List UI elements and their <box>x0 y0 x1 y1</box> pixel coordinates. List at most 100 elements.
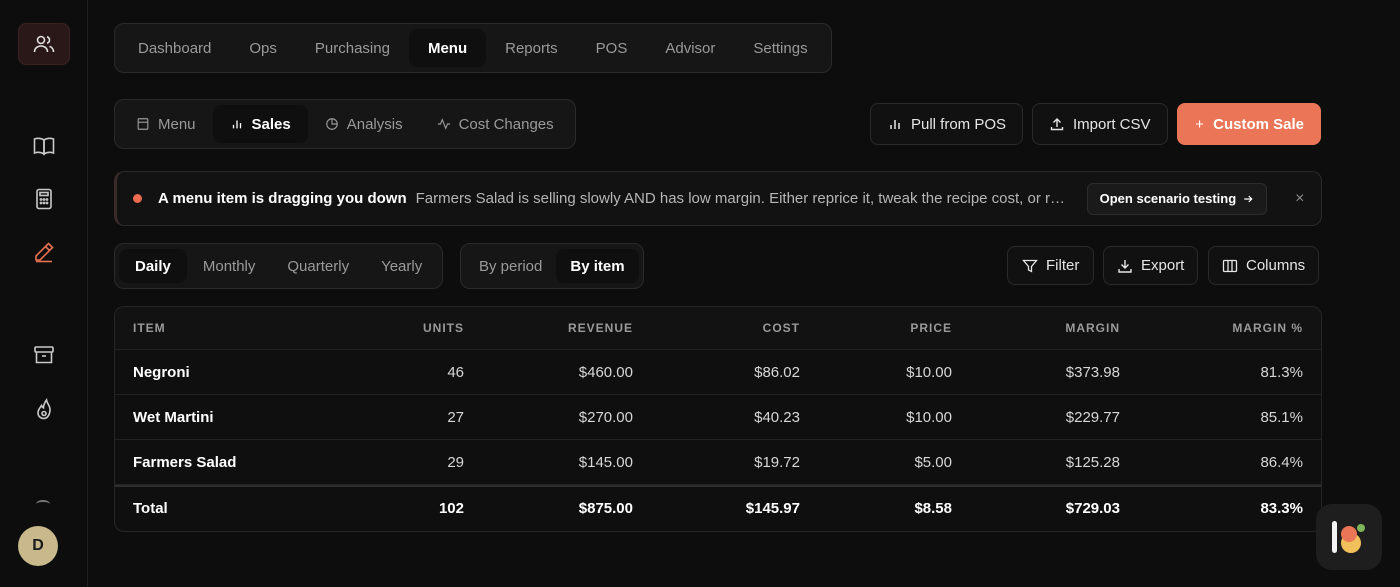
cell-cost: $86.02 <box>754 363 800 381</box>
button-label: Open scenario testing <box>1099 191 1237 206</box>
alert-dot-icon <box>133 194 142 203</box>
mode-by-item[interactable]: By item <box>556 249 639 283</box>
archive-icon[interactable] <box>18 334 70 376</box>
tab-label: Purchasing <box>314 39 390 57</box>
option-label: By period <box>479 257 543 275</box>
button-label: Columns <box>1246 257 1306 274</box>
table-row[interactable]: Wet Martini 27 $270.00 $40.23 $10.00 $22… <box>115 395 1321 440</box>
tab-reports[interactable]: Reports <box>486 29 577 67</box>
button-label: Pull from POS <box>911 115 1007 133</box>
column-header-cost[interactable]: COST <box>633 321 800 335</box>
button-label: Filter <box>1046 257 1080 274</box>
subtab-sales[interactable]: Sales <box>212 105 308 143</box>
bar-chart-icon <box>890 120 900 129</box>
custom-sale-button[interactable]: Custom Sale <box>1177 103 1321 145</box>
subtab-label: Menu <box>158 115 196 133</box>
cell-margin-pct: 85.1% <box>1260 408 1303 426</box>
cell-cost: $19.72 <box>754 453 800 471</box>
pull-from-pos-button[interactable]: Pull from POS <box>870 103 1024 145</box>
cell-item: Negroni <box>133 363 190 381</box>
grouping-selector: By period By item <box>460 243 644 289</box>
team-icon[interactable] <box>18 23 70 65</box>
total-margin: $729.03 <box>1065 500 1120 517</box>
total-margin-pct: 83.3% <box>1260 500 1303 517</box>
cell-cost: $40.23 <box>754 408 800 426</box>
pencil-icon[interactable] <box>18 231 70 273</box>
cell-item: Farmers Salad <box>133 453 237 471</box>
column-header-margin-pct[interactable]: MARGIN % <box>1120 321 1303 335</box>
tab-label: Menu <box>427 39 468 57</box>
option-label: Quarterly <box>287 257 350 275</box>
columns-button[interactable]: Columns <box>1208 246 1320 285</box>
cell-margin: $229.77 <box>1065 408 1120 426</box>
cell-units: 29 <box>447 453 464 471</box>
table-header: ITEM UNITS REVENUE COST PRICE MARGIN MAR… <box>115 307 1321 350</box>
download-icon <box>1118 259 1132 273</box>
assistant-launcher-button[interactable] <box>1316 504 1382 570</box>
button-label: Import CSV <box>1073 115 1151 133</box>
import-csv-button[interactable]: Import CSV <box>1032 103 1168 145</box>
subtab-cost-changes[interactable]: Cost Changes <box>420 105 571 143</box>
column-header-units[interactable]: UNITS <box>395 321 464 335</box>
total-price: $8.58 <box>914 500 952 517</box>
option-label: Daily <box>135 257 171 275</box>
tab-label: Ops <box>249 39 277 57</box>
column-header-item[interactable]: ITEM <box>115 321 395 335</box>
total-revenue: $875.00 <box>578 500 633 517</box>
tab-pos[interactable]: POS <box>577 29 647 67</box>
tab-label: Dashboard <box>138 39 212 57</box>
open-scenario-testing-button[interactable]: Open scenario testing <box>1086 182 1268 215</box>
tab-purchasing[interactable]: Purchasing <box>296 29 409 67</box>
book-icon[interactable] <box>18 125 70 167</box>
cell-margin-pct: 81.3% <box>1260 363 1303 381</box>
tab-label: POS <box>595 39 628 57</box>
alert-banner: A menu item is dragging you down Farmers… <box>114 171 1322 226</box>
column-header-revenue[interactable]: REVENUE <box>464 321 633 335</box>
tab-menu[interactable]: Menu <box>408 29 487 67</box>
alert-title: A menu item is dragging you down <box>158 190 407 207</box>
period-quarterly[interactable]: Quarterly <box>271 249 365 283</box>
period-yearly[interactable]: Yearly <box>365 249 438 283</box>
brand-logo-icon <box>1332 521 1365 553</box>
tab-label: Advisor <box>665 39 716 57</box>
tab-ops[interactable]: Ops <box>230 29 296 67</box>
subtab-label: Sales <box>251 115 291 133</box>
cell-revenue: $460.00 <box>578 363 633 381</box>
cell-price: $10.00 <box>906 363 952 381</box>
cell-margin: $125.28 <box>1065 453 1120 471</box>
cell-price: $5.00 <box>914 453 952 471</box>
flame-icon[interactable] <box>18 388 70 430</box>
table-row[interactable]: Farmers Salad 29 $145.00 $19.72 $5.00 $1… <box>115 440 1321 485</box>
period-daily[interactable]: Daily <box>119 249 187 283</box>
subtab-analysis[interactable]: Analysis <box>308 105 420 143</box>
tab-dashboard[interactable]: Dashboard <box>119 29 230 67</box>
tab-advisor[interactable]: Advisor <box>646 29 734 67</box>
tab-settings[interactable]: Settings <box>734 29 826 67</box>
plus-icon <box>1196 120 1204 128</box>
main-nav: Dashboard Ops Purchasing Menu Reports PO… <box>114 23 832 73</box>
table-row[interactable]: Negroni 46 $460.00 $86.02 $10.00 $373.98… <box>115 350 1321 395</box>
column-header-price[interactable]: PRICE <box>800 321 952 335</box>
cell-revenue: $270.00 <box>578 408 633 426</box>
alert-message: Farmers Salad is selling slowly AND has … <box>415 190 1071 207</box>
cell-price: $10.00 <box>906 408 952 426</box>
button-label: Export <box>1141 257 1185 274</box>
column-header-margin[interactable]: MARGIN <box>952 321 1120 335</box>
cell-revenue: $145.00 <box>578 453 633 471</box>
avatar-initial: D <box>32 537 44 554</box>
filter-icon <box>1022 259 1038 273</box>
avatar[interactable]: D <box>18 526 58 566</box>
scroll-indicator <box>36 500 50 508</box>
pie-chart-icon <box>325 118 338 130</box>
period-selector: Daily Monthly Quarterly Yearly <box>114 243 444 289</box>
mode-by-period[interactable]: By period <box>465 249 556 283</box>
close-icon[interactable]: × <box>1295 190 1304 208</box>
total-label: Total <box>133 500 168 517</box>
option-label: By item <box>570 257 625 275</box>
filter-button[interactable]: Filter <box>1007 246 1095 285</box>
calculator-icon[interactable] <box>18 178 70 220</box>
subtab-menu[interactable]: Menu <box>119 105 213 143</box>
export-button[interactable]: Export <box>1103 246 1199 285</box>
period-monthly[interactable]: Monthly <box>187 249 272 283</box>
cell-units: 27 <box>447 408 464 426</box>
